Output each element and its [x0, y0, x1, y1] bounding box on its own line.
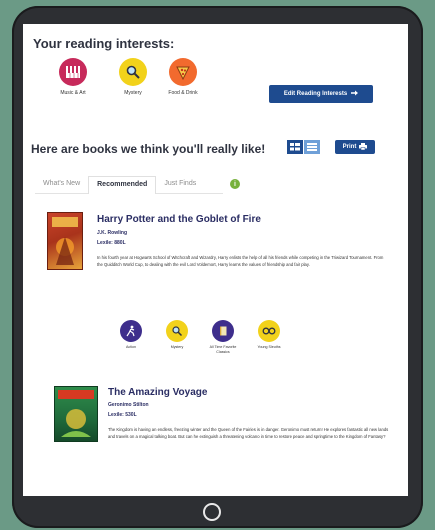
book-description: The Kingdom is having an endless, freezi… — [108, 427, 389, 439]
arrow-right-icon — [351, 90, 359, 98]
book-cover-amazing-voyage[interactable] — [54, 386, 98, 442]
magnifier-icon — [119, 58, 147, 86]
genre-mystery[interactable]: Mystery — [157, 320, 197, 350]
genre-action[interactable]: Action — [111, 320, 151, 350]
book-lexile: Lexile: 880L — [97, 240, 126, 246]
book-icon — [212, 320, 234, 342]
book-title[interactable]: The Amazing Voyage — [108, 387, 207, 398]
piano-icon — [59, 58, 87, 86]
edit-reading-interests-button[interactable]: Edit Reading Interests — [269, 85, 373, 103]
runner-icon — [120, 320, 142, 342]
print-label: Print — [342, 144, 357, 150]
reading-interests-heading: Your reading interests: — [33, 36, 175, 51]
interest-label: Music & Art — [60, 90, 86, 96]
genre-label: All Time Favorite Classics — [209, 345, 237, 354]
home-button[interactable] — [203, 503, 221, 521]
interest-music-art[interactable]: Music & Art — [47, 58, 99, 96]
genre-young-sleuths[interactable]: Young Sleuths — [249, 320, 289, 350]
book-lexile: Lexile: 530L — [108, 412, 137, 418]
info-icon[interactable]: i — [230, 179, 240, 189]
book-author[interactable]: Geronimo Stilton — [108, 402, 149, 408]
recommendations-heading: Here are books we think you'll really li… — [31, 142, 266, 156]
printer-icon — [359, 142, 368, 152]
grid-view-button[interactable] — [287, 140, 303, 154]
interest-food-drink[interactable]: Food & Drink — [157, 58, 209, 96]
pizza-icon — [169, 58, 197, 86]
magnifier-icon — [166, 320, 188, 342]
genre-label: Mystery — [170, 345, 184, 349]
screen: Your reading interests: Music & Art Myst… — [23, 24, 408, 496]
interest-mystery[interactable]: Mystery — [107, 58, 159, 96]
book-author[interactable]: J.K. Rowling — [97, 230, 127, 236]
list-view-button[interactable] — [304, 140, 320, 154]
view-toggle — [287, 140, 320, 154]
list-view-icon — [307, 138, 317, 156]
book-cover-harry-potter[interactable] — [47, 212, 83, 270]
glasses-icon — [258, 320, 280, 342]
genre-label: Young Sleuths — [257, 345, 281, 349]
interest-label: Food & Drink — [168, 90, 198, 96]
tab-just-finds[interactable]: Just Finds — [156, 176, 204, 193]
genre-classics[interactable]: All Time Favorite Classics — [203, 320, 243, 355]
edit-button-label: Edit Reading Interests — [283, 91, 348, 97]
tab-whats-new[interactable]: What's New — [35, 176, 88, 193]
interest-label: Mystery — [124, 90, 142, 96]
tab-recommended[interactable]: Recommended — [88, 176, 157, 194]
grid-view-icon — [290, 138, 300, 156]
cover-art — [52, 217, 78, 265]
book-description: In his fourth year at Hogwarts School of… — [97, 255, 384, 267]
cover-art — [58, 390, 94, 437]
book-title[interactable]: Harry Potter and the Goblet of Fire — [97, 214, 261, 225]
genre-label: Action — [126, 345, 136, 349]
book-tabs: What's New Recommended Just Finds — [35, 176, 223, 194]
print-button[interactable]: Print — [335, 140, 375, 154]
